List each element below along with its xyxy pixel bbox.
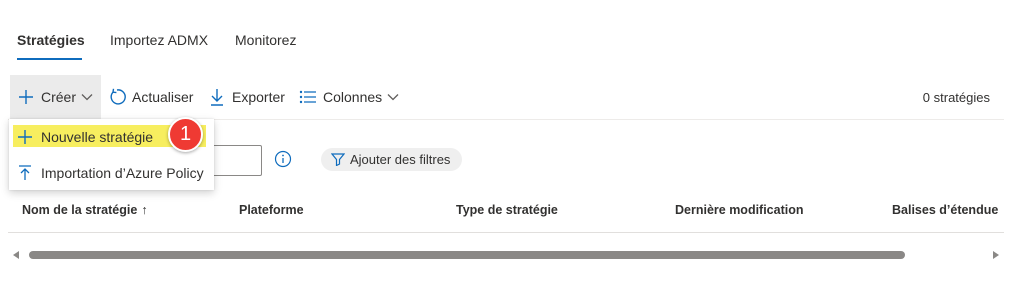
horizontal-scrollbar[interactable]	[8, 247, 1004, 263]
info-icon[interactable]	[274, 150, 292, 168]
add-filters-button[interactable]: Ajouter des filtres	[321, 148, 463, 171]
refresh-label: Actualiser	[132, 89, 194, 105]
column-header-name[interactable]: Nom de la stratégie ↑	[22, 203, 148, 217]
strategy-count: 0 stratégies	[922, 89, 990, 105]
export-label: Exporter	[232, 89, 285, 105]
column-header-type[interactable]: Type de stratégie	[456, 203, 558, 217]
refresh-button[interactable]: Actualiser	[107, 75, 193, 119]
command-bar: Créer Actualiser Exporter Colonnes 0 str…	[8, 75, 1004, 119]
menu-item-label: Importation d’Azure Policy	[41, 164, 204, 181]
active-tab-indicator	[17, 58, 82, 60]
plus-icon	[17, 129, 33, 145]
import-icon	[17, 164, 33, 181]
refresh-icon	[107, 87, 127, 107]
chevron-down-icon	[387, 87, 399, 107]
annotation-badge: 1	[168, 117, 203, 152]
tab-import-admx[interactable]: Importez ADMX	[110, 32, 208, 48]
scroll-left-icon[interactable]	[13, 251, 19, 259]
column-header-scope-tags[interactable]: Balises d’étendue	[892, 203, 998, 217]
columns-label: Colonnes	[323, 89, 383, 105]
column-header-platform[interactable]: Plateforme	[239, 203, 304, 217]
menu-item-label: Nouvelle stratégie	[41, 128, 154, 145]
columns-icon	[298, 87, 318, 107]
menu-item-import-azure-policy[interactable]: Importation d’Azure Policy	[9, 155, 214, 190]
tab-monitor[interactable]: Monitorez	[235, 32, 296, 48]
tab-strategies[interactable]: Stratégies	[17, 32, 85, 48]
create-label: Créer	[41, 89, 77, 105]
column-header-last-modified[interactable]: Dernière modification	[675, 203, 804, 217]
scrollbar-thumb[interactable]	[29, 251, 905, 259]
columns-button[interactable]: Colonnes	[298, 75, 404, 119]
create-button[interactable]: Créer	[10, 75, 101, 119]
filter-icon	[331, 153, 345, 166]
add-filters-label: Ajouter des filtres	[350, 152, 451, 167]
export-button[interactable]: Exporter	[207, 75, 285, 119]
plus-icon	[16, 87, 36, 107]
grid-header: Nom de la stratégie ↑ Plateforme Type de …	[8, 198, 1004, 233]
chevron-down-icon	[81, 87, 93, 107]
download-icon	[207, 87, 227, 107]
scroll-right-icon[interactable]	[993, 251, 999, 259]
sort-ascending-icon: ↑	[141, 203, 148, 217]
